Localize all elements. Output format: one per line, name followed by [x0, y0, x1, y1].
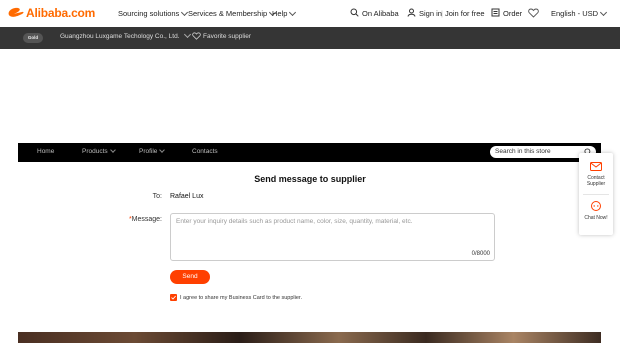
- chat-now-link[interactable]: Chat Now!: [579, 215, 613, 221]
- user-icon: [407, 8, 416, 19]
- order-icon: [491, 8, 500, 19]
- store-nav-contacts[interactable]: Contacts: [192, 148, 218, 155]
- side-contact-panel: Contact Supplier Chat Now!: [579, 153, 613, 235]
- contact-label-line2: Supplier: [586, 181, 606, 187]
- join-label: Join for free: [444, 9, 485, 18]
- agree-label: I agree to share my Business Card to the…: [180, 295, 302, 301]
- nav-label: Help: [272, 9, 288, 18]
- store-nav-label: Home: [37, 148, 55, 155]
- store-nav-home[interactable]: Home: [37, 148, 54, 155]
- favorite-heart-icon[interactable]: [192, 32, 201, 42]
- nav-sourcing-solutions[interactable]: Sourcing solutions: [118, 8, 189, 18]
- check-icon: [171, 295, 176, 300]
- form-title: Send message to supplier: [254, 174, 366, 184]
- nav-services-membership[interactable]: Services & Membership: [188, 8, 277, 18]
- alibaba-logo-icon: [7, 6, 25, 20]
- store-nav-label: Products: [82, 148, 108, 155]
- nav-help[interactable]: Help: [272, 8, 297, 18]
- logo-text: Alibaba.com: [26, 6, 96, 20]
- mail-icon[interactable]: [590, 162, 602, 173]
- company-name[interactable]: Guangzhou Luxgame Techology Co., Ltd.: [60, 33, 180, 40]
- search-icon: [350, 8, 359, 19]
- separator: |: [441, 9, 443, 18]
- on-alibaba-search[interactable]: On Alibaba: [350, 8, 399, 19]
- user-icon-wrap[interactable]: Sign in: [407, 8, 442, 19]
- store-bar: Gold Guangzhou Luxgame Techology Co., Lt…: [0, 27, 620, 49]
- favorite-supplier-link[interactable]: Favorite supplier: [203, 33, 251, 40]
- sign-in-link[interactable]: Sign in: [419, 9, 442, 18]
- on-alibaba-label: On Alibaba: [362, 9, 399, 18]
- top-header: Alibaba.com Sourcing solutions Services …: [0, 0, 620, 27]
- recipient-name: Rafael Lux: [170, 193, 204, 200]
- store-banner-image: [18, 332, 601, 343]
- alibaba-logo[interactable]: Alibaba.com: [7, 5, 95, 21]
- chat-icon[interactable]: [590, 201, 602, 214]
- store-nav-label: Profile: [139, 148, 158, 155]
- agree-checkbox[interactable]: [170, 294, 177, 301]
- join-free-link[interactable]: | Join for free: [441, 9, 485, 18]
- send-button[interactable]: Send: [170, 270, 210, 284]
- to-label: To:: [152, 193, 162, 200]
- gold-supplier-badge: Gold: [23, 33, 43, 43]
- language-currency-selector[interactable]: English - USD: [551, 8, 608, 18]
- message-label: Message:: [131, 216, 162, 223]
- divider: [583, 194, 609, 195]
- chevron-down-icon: [159, 147, 166, 153]
- locale-label: English - USD: [551, 9, 599, 18]
- nav-label: Services & Membership: [188, 9, 268, 18]
- order-link[interactable]: Order: [491, 8, 522, 19]
- favorites-heart-icon[interactable]: [528, 8, 539, 20]
- chevron-down-icon: [109, 147, 116, 153]
- store-nav-products[interactable]: Products: [82, 147, 116, 155]
- order-label: Order: [503, 9, 523, 18]
- contact-supplier-link[interactable]: Contact Supplier: [579, 175, 613, 187]
- message-placeholder: Enter your inquiry details such as produ…: [176, 218, 413, 225]
- nav-label: Sourcing solutions: [118, 9, 180, 18]
- chevron-down-icon: [289, 8, 297, 16]
- chevron-down-icon: [600, 8, 608, 16]
- store-nav: Home Products Profile Contacts Search in…: [18, 143, 601, 162]
- store-nav-profile[interactable]: Profile: [139, 147, 166, 155]
- message-textarea[interactable]: Enter your inquiry details such as produ…: [170, 213, 495, 261]
- char-counter: 0/8000: [471, 251, 490, 257]
- store-search-placeholder: Search in this store: [495, 148, 551, 155]
- store-nav-label: Contacts: [192, 148, 218, 155]
- chevron-down-icon[interactable]: [183, 30, 192, 39]
